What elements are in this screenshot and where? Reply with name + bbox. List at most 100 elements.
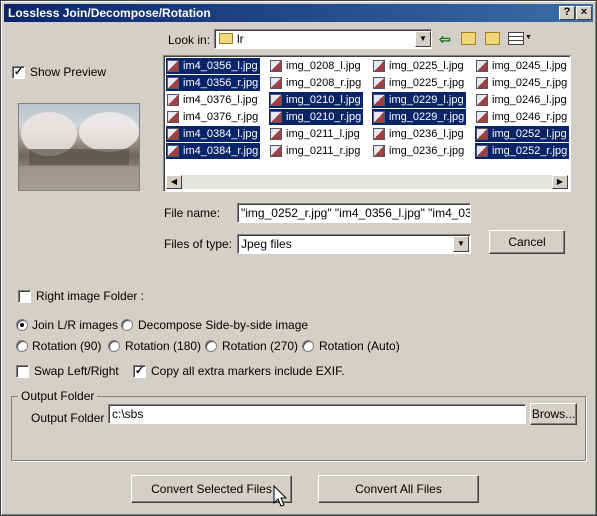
- jpeg-file-icon: [167, 94, 179, 106]
- right-folder-checkbox[interactable]: [18, 290, 31, 303]
- file-name: img_0211_l.jpg: [286, 128, 360, 140]
- file-name: im4_0376_l.jpg: [183, 94, 258, 106]
- filename-label: File name:: [164, 206, 221, 220]
- file-item[interactable]: img_0211_r.jpg: [269, 143, 362, 159]
- rotation-180-radio[interactable]: [108, 340, 120, 352]
- jpeg-file-icon: [270, 94, 282, 106]
- close-button[interactable]: ×: [576, 6, 592, 20]
- file-item[interactable]: im4_0376_l.jpg: [166, 92, 260, 108]
- file-item[interactable]: img_0229_r.jpg: [372, 109, 467, 125]
- preview-image: [18, 103, 140, 191]
- file-name: img_0252_l.jpg: [492, 128, 567, 140]
- file-item[interactable]: img_0210_r.jpg: [269, 109, 364, 125]
- swap-checkbox[interactable]: [16, 365, 29, 378]
- file-item[interactable]: img_0211_l.jpg: [269, 126, 362, 142]
- rotation-90-label: Rotation (90): [32, 339, 102, 353]
- file-name: img_0210_l.jpg: [286, 94, 361, 106]
- jpeg-file-icon: [270, 60, 282, 72]
- convert-all-button[interactable]: Convert All Files: [318, 475, 479, 503]
- file-item[interactable]: img_0210_l.jpg: [269, 92, 363, 108]
- convert-selected-button[interactable]: Convert Selected Files: [131, 475, 292, 503]
- jpeg-file-icon: [476, 111, 488, 123]
- file-name: img_0208_l.jpg: [286, 60, 361, 72]
- file-item[interactable]: img_0208_l.jpg: [269, 58, 363, 74]
- show-preview-label: Show Preview: [30, 65, 107, 79]
- output-group-label: Output Folder: [18, 389, 98, 403]
- file-item[interactable]: img_0225_l.jpg: [372, 58, 466, 74]
- decompose-radio[interactable]: [121, 319, 133, 331]
- file-item[interactable]: img_0236_r.jpg: [372, 143, 466, 159]
- file-item[interactable]: img_0252_r.jpg: [475, 143, 570, 159]
- filetype-label: Files of type:: [164, 237, 233, 251]
- file-item[interactable]: img_0225_r.jpg: [372, 75, 466, 91]
- filetype-combo[interactable]: Jpeg files ▼: [237, 234, 471, 254]
- file-item[interactable]: im4_0384_r.jpg: [166, 143, 261, 159]
- jpeg-file-icon: [476, 77, 488, 89]
- show-preview-checkbox[interactable]: ✓: [12, 66, 25, 79]
- folder-icon: [219, 33, 233, 44]
- output-folder-input[interactable]: c:\sbs: [108, 404, 526, 424]
- jpeg-file-icon: [476, 128, 488, 140]
- scroll-left-icon[interactable]: ◀: [166, 175, 182, 189]
- file-name: img_0210_r.jpg: [286, 111, 362, 123]
- file-item[interactable]: img_0246_r.jpg: [475, 109, 569, 125]
- lookin-combo[interactable]: lr ▼: [214, 29, 432, 49]
- file-item[interactable]: im4_0376_r.jpg: [166, 109, 260, 125]
- browse-button[interactable]: Brows...: [530, 403, 577, 425]
- jpeg-file-icon: [373, 77, 385, 89]
- copy-markers-label: Copy all extra markers include EXIF.: [151, 364, 345, 378]
- cancel-button[interactable]: Cancel: [489, 230, 565, 254]
- file-item[interactable]: img_0208_r.jpg: [269, 75, 363, 91]
- file-item[interactable]: im4_0356_l.jpg: [166, 58, 260, 74]
- decompose-label: Decompose Side-by-side image: [138, 318, 309, 332]
- file-item[interactable]: img_0246_l.jpg: [475, 92, 569, 108]
- view-dropdown-icon[interactable]: ▼: [525, 34, 532, 41]
- chevron-down-icon[interactable]: ▼: [415, 31, 431, 47]
- file-name: img_0246_r.jpg: [492, 111, 568, 123]
- join-label: Join L/R images: [32, 318, 119, 332]
- lookin-label: Look in:: [168, 33, 211, 47]
- file-item[interactable]: im4_0384_l.jpg: [166, 126, 260, 142]
- file-name: im4_0384_l.jpg: [183, 128, 258, 140]
- jpeg-file-icon: [270, 111, 282, 123]
- filename-input[interactable]: "img_0252_r.jpg" "im4_0356_l.jpg" "im4_0…: [237, 203, 471, 223]
- file-name: img_0236_r.jpg: [389, 145, 465, 157]
- file-name: img_0208_r.jpg: [286, 77, 362, 89]
- file-item[interactable]: im4_0356_r.jpg: [166, 75, 261, 91]
- filename-value: "img_0252_r.jpg" "im4_0356_l.jpg" "im4_0…: [241, 206, 471, 220]
- file-name: im4_0356_r.jpg: [183, 77, 259, 89]
- jpeg-file-icon: [373, 145, 385, 157]
- file-name: im4_0356_l.jpg: [183, 60, 258, 72]
- file-name: img_0245_l.jpg: [492, 60, 567, 72]
- new-folder-icon[interactable]: [485, 32, 500, 45]
- jpeg-file-icon: [476, 60, 488, 72]
- rotation-270-radio[interactable]: [205, 340, 217, 352]
- horizontal-scrollbar[interactable]: ◀ ▶: [166, 175, 568, 189]
- join-radio[interactable]: [16, 319, 28, 331]
- copy-markers-checkbox[interactable]: ✓: [133, 365, 146, 378]
- help-button[interactable]: ?: [559, 6, 575, 20]
- file-item[interactable]: img_0245_r.jpg: [475, 75, 569, 91]
- file-name: im4_0376_r.jpg: [183, 111, 259, 123]
- file-item[interactable]: img_0236_l.jpg: [372, 126, 466, 142]
- file-name: img_0225_l.jpg: [389, 60, 464, 72]
- file-item[interactable]: img_0252_l.jpg: [475, 126, 569, 142]
- output-folder-value: c:\sbs: [112, 407, 144, 421]
- rotation-auto-radio[interactable]: [302, 340, 314, 352]
- rotation-180-label: Rotation (180): [125, 339, 202, 353]
- file-name: img_0211_r.jpg: [286, 145, 361, 157]
- jpeg-file-icon: [167, 77, 179, 89]
- rotation-90-radio[interactable]: [16, 340, 28, 352]
- view-menu-icon[interactable]: [508, 32, 524, 45]
- file-list[interactable]: im4_0356_l.jpg im4_0356_r.jpg im4_0376_l.j…: [163, 55, 571, 192]
- back-icon[interactable]: ⇦: [439, 31, 451, 48]
- file-name: img_0229_r.jpg: [389, 111, 465, 123]
- chevron-down-icon[interactable]: ▼: [453, 236, 469, 252]
- jpeg-file-icon: [167, 145, 179, 157]
- file-item[interactable]: img_0229_l.jpg: [372, 92, 466, 108]
- window-title: Lossless Join/Decompose/Rotation: [8, 6, 211, 20]
- file-item[interactable]: img_0245_l.jpg: [475, 58, 569, 74]
- up-folder-icon[interactable]: [461, 32, 476, 45]
- scroll-right-icon[interactable]: ▶: [552, 175, 568, 189]
- right-folder-label: Right image Folder :: [36, 289, 145, 303]
